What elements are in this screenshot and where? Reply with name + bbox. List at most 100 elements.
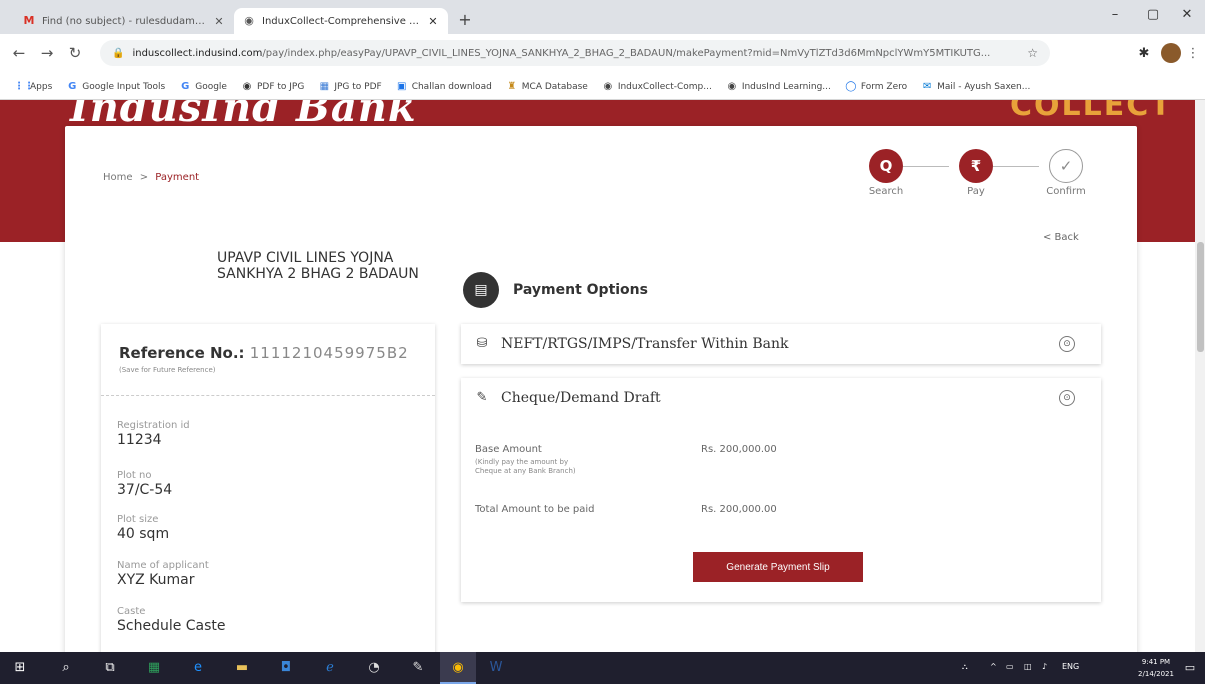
windows-start-icon[interactable]: ⊞ [10,658,30,678]
close-window-button[interactable]: ✕ [1172,4,1202,26]
neft-panel-header[interactable]: ⛁ NEFT/RTGS/IMPS/Transfer Within Bank ⊙ [461,324,1101,364]
page-scrollbar[interactable] [1195,100,1205,652]
page-viewport: IndusInd Bank COLLECT Home > Payment Q S… [0,100,1205,652]
outlook-icon[interactable]: ◘ [276,658,296,678]
challan-icon: ▣ [396,80,407,92]
notifications-icon[interactable]: ▭ [1180,658,1200,678]
jpg-icon: ▦ [319,80,330,92]
estate-name: UPAVP CIVIL LINES YOJNA SANKHYA 2 BHAG 2… [217,250,419,282]
close-icon[interactable]: ✕ [426,15,440,28]
windows-taskbar: ⊞ ⌕ ⧉ ▦ e ▬ ◘ ℯ ◔ ✎ ◉ W ⛬ ^ ▭ ◫ ♪ ENG 9:… [0,652,1205,684]
back-arrow-icon[interactable]: ← [8,42,30,64]
payment-card: Home > Payment Q Search ₹ Pay ✓ Confirm … [65,126,1137,652]
tab-gmail[interactable]: M Find (no subject) - rulesdudamri@gmail… [14,8,234,34]
menu-icon[interactable]: ⋮ [1186,44,1200,64]
reference-number: 1111210459975B2 [249,344,409,362]
volume-icon[interactable]: ♪ [1042,662,1047,671]
extensions-icon[interactable]: ✱ [1134,44,1154,64]
google-icon: G [181,80,190,92]
step-label: Search [868,186,904,197]
field-applicant-name: Name of applicant XYZ Kumar [117,560,209,588]
forward-arrow-icon[interactable]: → [36,42,58,64]
word-icon[interactable]: W [486,658,506,678]
cheque-panel: ✎ Cheque/Demand Draft ⊙ Base Amount (Kin… [461,378,1101,602]
scrollbar-thumb[interactable] [1197,242,1204,352]
globe-icon: ◉ [727,80,737,92]
breadcrumb-current: Payment [155,172,200,183]
ie-icon[interactable]: ℯ [320,658,340,678]
battery-icon[interactable]: ▭ [1006,662,1014,671]
payment-options-header: ▤ Payment Options [463,270,648,310]
system-clock[interactable]: 9:41 PM 2/14/2021 [1138,656,1174,680]
search-icon[interactable]: ⌕ [56,658,76,678]
check-icon: ✓ [1049,149,1083,183]
bookmark-indusind-learning[interactable]: ◉ IndusInd Learning... [726,80,830,93]
google-icon: G [68,80,77,92]
field-registration-id: Registration id 11234 [117,420,190,448]
bookmark-apps[interactable]: ⋮⋮ Apps [14,81,52,93]
bank-transfer-icon: ⛁ [476,336,488,351]
gmail-icon: M [23,14,35,27]
star-icon[interactable]: ☆ [1027,46,1038,60]
field-plot-no: Plot no 37/C-54 [117,470,173,498]
field-plot-size: Plot size 40 sqm [117,514,170,542]
paint-icon[interactable]: ✎ [408,658,428,678]
file-explorer-icon[interactable]: ▬ [232,658,252,678]
applicant-details-card: Reference No.: 1111210459975B2 (Save for… [101,324,435,652]
chrome-icon: ◉ [244,14,254,27]
close-icon[interactable]: ✕ [212,15,226,28]
field-caste: Caste Schedule Caste [117,606,226,634]
tab-induscollect[interactable]: ◉ InduxCollect-Comprehensive Collection … [234,8,448,34]
chevron-up-icon[interactable]: ^ [990,662,997,671]
rupee-icon: ₹ [959,149,993,183]
generate-payment-slip-button[interactable]: Generate Payment Slip [693,552,863,582]
bookmark-google[interactable]: G Google [179,81,227,93]
browser-tab-bar: M Find (no subject) - rulesdudamri@gmail… [0,0,1205,34]
step-label: Confirm [1046,186,1086,197]
bookmark-google-input-tools[interactable]: G Google Input Tools [66,81,165,93]
neft-panel[interactable]: ⛁ NEFT/RTGS/IMPS/Transfer Within Bank ⊙ [461,324,1101,364]
base-amount-label: Base Amount [475,444,542,455]
avatar[interactable] [1161,43,1181,63]
people-icon[interactable]: ⛬ [962,662,968,672]
app-icon[interactable]: ◔ [364,658,384,678]
edge-icon[interactable]: e [188,658,208,678]
step-label: Pay [967,186,985,197]
minimize-button[interactable]: – [1100,4,1130,26]
maximize-button[interactable]: ▢ [1138,4,1168,26]
network-icon[interactable]: ◫ [1024,662,1032,671]
bookmarks-bar: ⋮⋮ Apps G Google Input Tools G Google ◉ PDF … [0,74,1205,100]
form-icon: ◯ [845,80,857,92]
step-pay: ₹ Pay [946,149,1006,197]
breadcrumb: Home > Payment [103,172,199,183]
step-search: Q Search [856,149,916,197]
reload-icon[interactable]: ↻ [64,42,86,64]
pdf-icon: ◉ [242,80,252,92]
bookmark-jpg-to-pdf[interactable]: ▦ JPG to PDF [318,80,382,93]
reference-box: Reference No.: 1111210459975B2 (Save for… [101,324,435,396]
bookmark-challan-download[interactable]: ▣ Challan download [396,81,492,93]
mail-icon: ✉ [922,80,932,92]
task-view-icon[interactable]: ⧉ [100,658,120,678]
language-indicator[interactable]: ENG [1062,662,1079,671]
step-confirm: ✓ Confirm [1036,149,1096,197]
reference-label: Reference No.: 1111210459975B2 [119,344,409,362]
breadcrumb-home[interactable]: Home [103,172,133,183]
tab-title: Find (no subject) - rulesdudamri@gmail.c… [42,15,208,27]
bookmark-induscollect[interactable]: ◉ InduxCollect-Comp... [602,80,711,93]
url-input[interactable]: 🔒 induscollect.indusind.com/pay/index.ph… [100,40,1050,66]
bookmark-form-zero[interactable]: ◯ Form Zero [845,81,907,93]
bookmark-mca-database[interactable]: ♜ MCA Database [506,81,588,93]
back-link[interactable]: < Back [1043,232,1079,243]
collapse-icon[interactable]: ⊙ [1059,390,1075,406]
cheque-title: Cheque/Demand Draft [501,390,661,406]
excel-icon[interactable]: ▦ [144,658,164,678]
bookmark-pdf-to-jpg[interactable]: ◉ PDF to JPG [241,80,305,93]
bookmark-mail[interactable]: ✉ Mail - Ayush Saxen... [921,81,1030,93]
globe-icon: ◉ [603,80,613,92]
expand-icon[interactable]: ⊙ [1059,336,1075,352]
new-tab-button[interactable]: + [454,9,476,31]
chrome-icon[interactable]: ◉ [448,658,468,678]
cheque-panel-header[interactable]: ✎ Cheque/Demand Draft ⊙ [461,378,1101,418]
payment-slip-icon: ▤ [463,272,499,308]
